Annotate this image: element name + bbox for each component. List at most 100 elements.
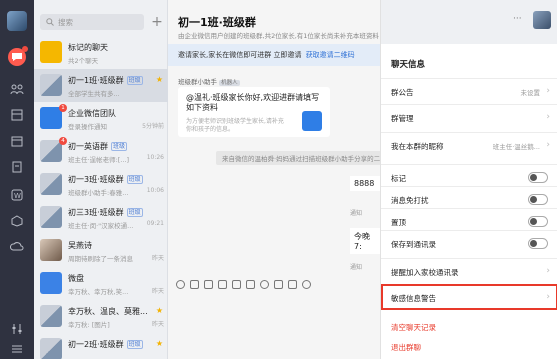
conversation-avatar [40,338,62,359]
info-row[interactable]: 保存到通讯录 [381,230,557,256]
class-tag: 班级 [126,175,143,184]
calendar-icon[interactable] [8,132,26,150]
svg-text:W: W [14,192,21,200]
conversation-preview: 全部学生共有多... [68,90,120,98]
conversation-time: 10:26 [146,154,164,161]
toggle-switch[interactable] [528,216,548,227]
image-icon[interactable] [204,279,213,289]
class-tag: 班级 [126,208,143,217]
search-icon [46,18,54,26]
header-avatar[interactable] [533,11,551,29]
video-icon[interactable] [218,279,227,289]
conversation-time: 09:21 [146,220,164,227]
info-row-label: 敏感信息警告 [391,294,436,303]
conversation-name: 标记的聊天 [68,42,108,53]
conversation-preview: 周期待刷除了一条消息 [68,255,133,263]
toggle-switch[interactable] [528,238,548,249]
conversation-list: 搜索 + 标记的聊天共2个聊天初一1班·班级群 班级 全部学生共有多... ★ 1 企业微… [34,0,168,359]
bot-message-card[interactable]: @温礼·班级家长你好,欢迎进群请填写如下资料 为方便老师识别班级学生家长,请补充… [178,87,330,137]
search-placeholder: 搜索 [58,17,73,27]
settings-sliders-icon[interactable] [8,320,26,338]
doc-icon[interactable] [274,279,283,289]
info-row[interactable]: 提醒加入家校通讯录 › [381,258,557,284]
bot-badge: 机器人 [219,80,240,86]
info-row[interactable]: 我在本群的昵称 班主任·温丝鹅... › [381,132,557,158]
conversation-avatar [40,74,62,96]
conversation-item[interactable]: 幸万秋、温良、莫雅... 幸万秋: [图片] 昨天 ★ [34,300,168,333]
conversation-item[interactable]: 初三3班·班级群 班级 班主任·闵·"汉家校通... 09:21 [34,201,168,234]
toggle-switch[interactable] [528,172,548,183]
conversation-name-text: 微盘 [68,274,84,283]
info-row-label: 我在本群的昵称 [391,142,444,151]
conversation-item[interactable]: 吴燕诗 周期待刷除了一条消息 昨天 [34,234,168,267]
info-row-label: 保存到通讯录 [391,240,436,249]
chat-icon[interactable] [8,46,28,66]
system-message: 来自微信的温柏舜·妈妈通过扫描班级群小助手分享的二维码 [216,151,400,165]
camera-icon[interactable] [246,279,255,289]
menu-icon[interactable] [8,340,26,358]
leave-group-button[interactable]: 退出群聊 [391,342,421,353]
conversation-preview: 班主任·逞帐老师:[...] [68,156,130,164]
conversation-preview: 班级群小助手:春雅... [68,189,129,197]
info-row[interactable]: 群公告 未设置 › [381,78,557,104]
conversation-time: 昨天 [151,321,164,328]
workbench-icon[interactable] [8,106,26,124]
docs-icon[interactable] [8,158,26,176]
conversation-item[interactable]: 1 企业微信团队 登录操作通知 5分钟前 [34,102,168,135]
clear-history-button[interactable]: 清空聊天记录 [391,322,436,333]
mic-icon[interactable] [260,279,269,289]
star-icon: ★ [155,339,163,348]
conversation-item[interactable]: 4 初一英语群 班级 班主任·逞帐老师:[...] 10:26 [34,135,168,168]
more-icon[interactable] [302,279,311,289]
conversation-name: 初一1班·班级群 班级 [68,75,143,86]
contacts-icon[interactable] [8,80,26,98]
drive-icon[interactable] [8,238,26,256]
scissors-icon[interactable] [190,279,199,289]
info-row-label: 提醒加入家校通讯录 [391,268,459,277]
wedoc-icon[interactable]: W [8,186,26,204]
info-row-label: 置顶 [391,218,406,227]
conversation-name-text: 吴燕诗 [68,241,92,250]
chevron-right-icon: › [546,86,550,96]
search-input[interactable]: 搜索 [40,14,144,30]
conversation-item[interactable]: 初一2班·班级群 班级 ★ [34,333,168,359]
info-row[interactable]: 敏感信息警告 › [381,284,557,310]
bot-sender-name: 班级群小助手 [178,78,217,86]
info-row[interactable]: 群管理 › [381,104,557,130]
conversation-preview: 共2个聊天 [68,57,99,65]
conversation-item[interactable]: 微盘 幸万秋、幸万秋,笑... 昨天 [34,267,168,300]
invite-notice: 邀请家长,家长在微信即可进群 立即邀请 获取邀请二维码 [168,44,380,66]
chevron-right-icon: › [546,112,550,122]
invite-notice-text: 邀请家长,家长在微信即可进群 立即邀请 [178,51,302,59]
chat-toolbar [168,275,380,293]
folder-icon[interactable] [232,279,241,289]
meeting-icon[interactable] [8,212,26,230]
info-row-label: 群公告 [391,88,414,97]
message-bubble[interactable]: 今晚7: [350,228,380,254]
star-icon: ★ [155,75,163,84]
more-options-icon[interactable]: ··· [513,14,522,24]
grid-icon[interactable] [288,279,297,289]
info-header: ··· [381,0,557,44]
conversation-preview: 幸万秋、幸万秋,笑... [68,288,129,296]
emoji-icon[interactable] [176,279,185,289]
chat-info-panel: ··· 聊天信息 群公告 未设置 › 群管理 › 我在本群的昵称 班主任·温丝鹅... › 标记… [380,0,557,359]
star-folder-icon [40,41,62,63]
conversation-item[interactable]: 标记的聊天共2个聊天 [34,36,168,69]
info-row-label: 标记 [391,174,406,183]
message-bubble[interactable]: 8888 [350,176,380,191]
user-avatar[interactable] [7,11,27,31]
new-chat-button[interactable]: + [150,13,164,31]
conversation-item[interactable]: 初一3班·班级群 班级 班级群小助手:春雅... 10:06 [34,168,168,201]
info-row-value: 班主任·温丝鹅... [492,143,540,151]
conversation-avatar [40,305,62,327]
toggle-switch[interactable] [528,194,548,205]
qr-code-link[interactable]: 获取邀请二维码 [306,51,355,59]
conversation-item[interactable]: 初一1班·班级群 班级 全部学生共有多... ★ [34,69,168,102]
conversation-name-text: 企业微信团队 [68,109,116,118]
conversation-name: 微盘 [68,273,84,284]
conversation-name: 初一2班·班级群 班级 [68,339,143,350]
conversation-name-text: 幸万秋、温良、莫雅... [68,307,148,316]
card-subtext: 为方便老师识别班级学生家长,请补充你和孩子的信息。 [186,118,284,133]
conversation-name-text: 初一3班·班级群 [68,175,124,184]
